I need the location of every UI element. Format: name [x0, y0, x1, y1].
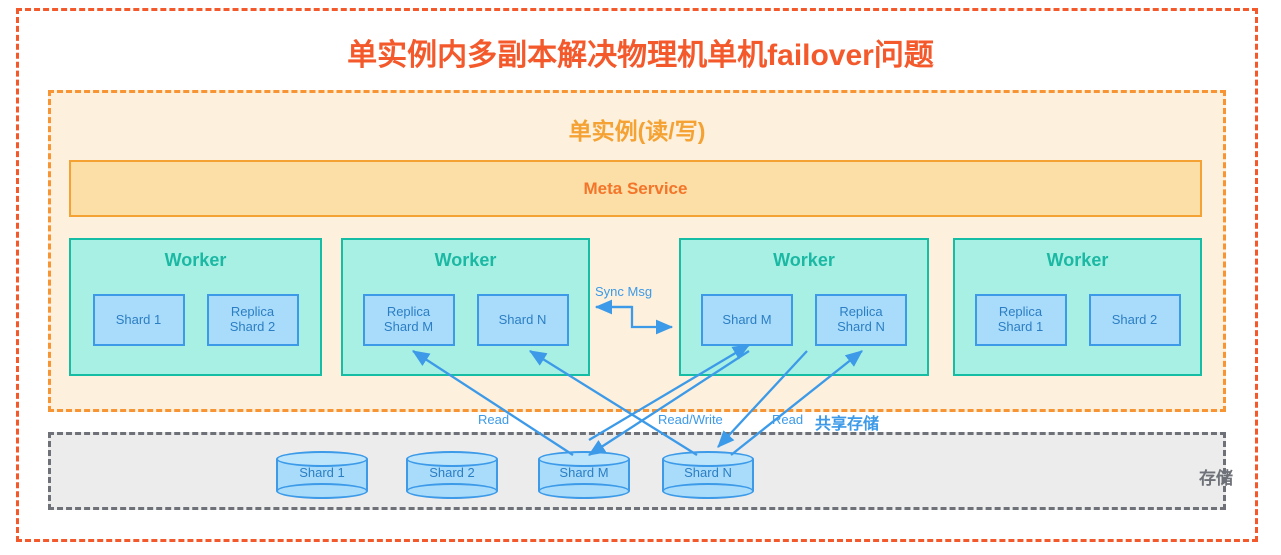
shard-label-line: Shard N	[837, 319, 885, 334]
shard-box: Replica Shard 2	[206, 294, 299, 346]
storage-region	[48, 432, 1226, 510]
storage-cylinder-shard-n: Shard N	[662, 451, 754, 499]
worker-box-1: Worker Shard 1 Replica Shard 2	[69, 238, 322, 376]
shard-label-line: Shard 1	[115, 311, 162, 327]
single-instance-title: 单实例(读/写)	[568, 118, 706, 144]
worker-shard-list: Replica Shard 1 Shard 2	[955, 294, 1200, 346]
worker-title: Worker	[1046, 250, 1109, 270]
shard-box: Shard N	[476, 294, 569, 346]
worker-shard-list: Replica Shard M Shard N	[343, 294, 588, 346]
shard-box: Replica Shard 1	[974, 294, 1067, 346]
cylinder-label: Shard N	[684, 465, 732, 480]
shard-box: Shard 2	[1088, 294, 1181, 346]
storage-region-label: 存储	[1199, 469, 1233, 488]
shared-storage-label: 共享存储	[815, 416, 880, 433]
page-title: 单实例内多副本解决物理机单机failover问题	[347, 39, 934, 72]
shard-box: Replica Shard M	[362, 294, 455, 346]
cylinder-bottom-ellipse	[406, 483, 498, 499]
worker-title: Worker	[164, 250, 227, 270]
read-label-right: Read	[772, 412, 804, 427]
meta-service-label: Meta Service	[583, 178, 688, 198]
read-write-label: Read/Write	[658, 412, 723, 427]
shard-label-line: Replica	[386, 304, 431, 320]
shard-label-line: Shard 2	[1111, 311, 1158, 327]
shard-box: Shard M	[701, 294, 793, 346]
worker-title: Worker	[434, 250, 497, 270]
shard-label-line: Shard N	[498, 311, 547, 327]
storage-cylinder-shard-m: Shard M	[538, 451, 630, 499]
meta-service-box: Meta Service	[69, 160, 1202, 217]
shard-box: Shard 1	[92, 294, 185, 346]
cylinder-bottom-ellipse	[538, 483, 630, 499]
worker-shard-list: Shard 1 Replica Shard 2	[71, 294, 320, 346]
worker-title: Worker	[773, 250, 835, 270]
shard-label-line: Shard 1	[997, 319, 1044, 334]
sync-msg-label: Sync Msg	[595, 284, 653, 299]
cylinder-bottom-ellipse	[276, 483, 368, 499]
cylinder-label: Shard 1	[299, 465, 345, 480]
worker-box-3: Worker Shard M Replica Shard N	[679, 238, 929, 376]
shard-label-line: Replica	[998, 304, 1043, 320]
shard-label-line: Shard 2	[229, 319, 276, 334]
cylinder-label: Shard 2	[429, 465, 475, 480]
cylinder-label: Shard M	[559, 465, 609, 480]
cylinder-bottom-ellipse	[662, 483, 754, 499]
worker-shard-list: Shard M Replica Shard N	[681, 294, 927, 346]
worker-box-4: Worker Replica Shard 1 Shard 2	[953, 238, 1202, 376]
shard-label-line: Shard M	[722, 311, 772, 327]
worker-box-2: Worker Replica Shard M Shard N	[341, 238, 590, 376]
shard-label-line: Replica	[839, 304, 883, 320]
storage-cylinder-shard-1: Shard 1	[276, 451, 368, 499]
shard-label-line: Shard M	[383, 319, 434, 334]
storage-cylinder-shard-2: Shard 2	[406, 451, 498, 499]
read-label-left: Read	[478, 412, 510, 427]
shard-box: Replica Shard N	[815, 294, 907, 346]
shard-label-line: Replica	[230, 304, 275, 320]
